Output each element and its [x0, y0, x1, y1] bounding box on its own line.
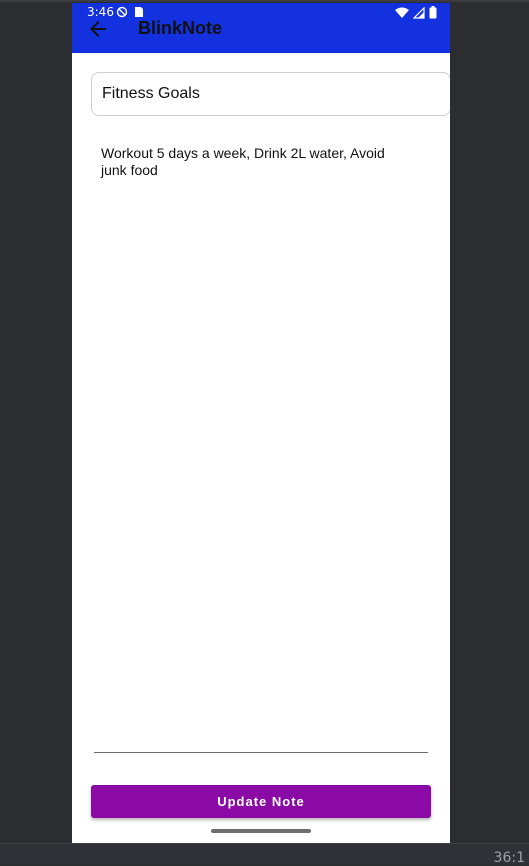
sim-card-icon — [135, 7, 143, 17]
signal-icon — [413, 6, 425, 19]
app-bar: 3:46 BlinkNote — [72, 3, 450, 53]
emulator-frame-top — [0, 0, 529, 2]
back-arrow-icon[interactable] — [86, 17, 110, 41]
app-title: BlinkNote — [138, 18, 223, 38]
phone-screen: 3:46 BlinkNote Fitness Goals Workout 5 d… — [72, 3, 450, 843]
note-content-text[interactable]: Workout 5 days a week, Drink 2L water, A… — [101, 145, 411, 179]
status-right-icons — [395, 6, 437, 19]
emulator-bottom-bar — [0, 843, 529, 864]
update-note-button[interactable]: Update Note — [91, 785, 431, 818]
wifi-icon — [395, 7, 409, 18]
battery-icon — [429, 6, 437, 19]
do-not-disturb-icon — [116, 6, 128, 18]
content-field-underline — [94, 752, 428, 753]
emulator-coordinates: 36:1 — [493, 850, 525, 866]
gesture-nav-handle[interactable] — [211, 829, 311, 833]
status-left-icons — [116, 6, 144, 18]
note-title-input[interactable] — [91, 72, 450, 116]
